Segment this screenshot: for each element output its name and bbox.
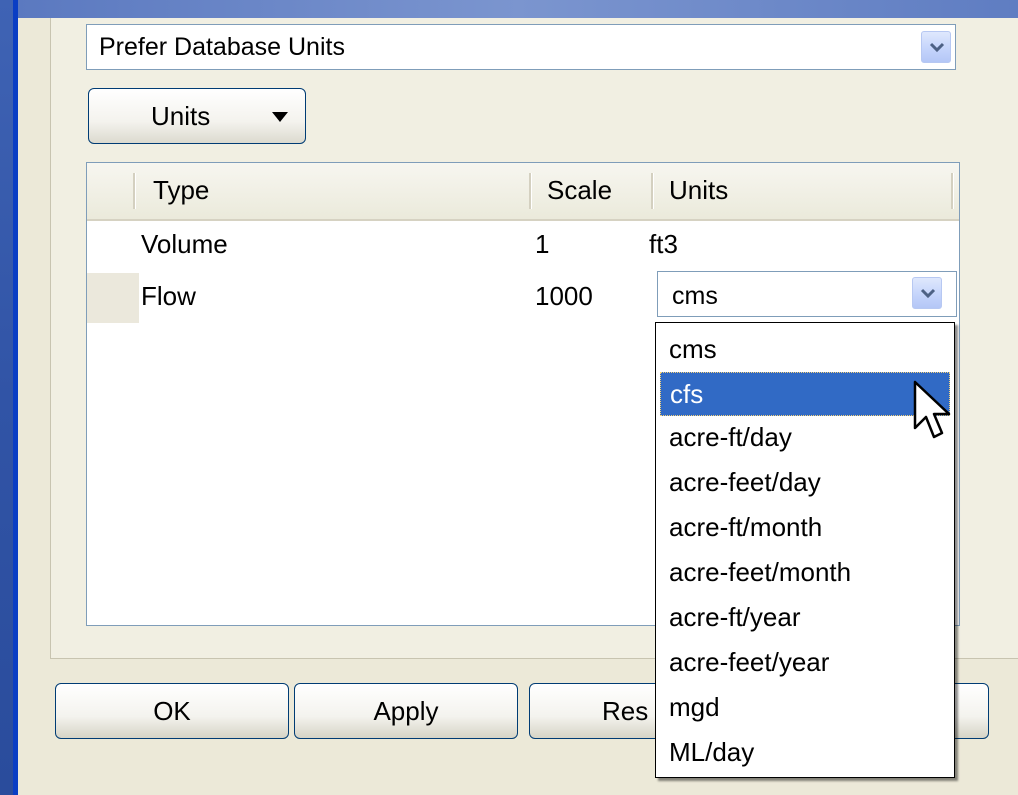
dropdown-option[interactable]: cms <box>660 328 950 372</box>
column-header-units[interactable]: Units <box>669 175 728 206</box>
dropdown-option[interactable]: acre-ft/year <box>660 596 950 640</box>
dropdown-option[interactable]: acre-feet/day <box>660 461 950 505</box>
dropdown-option[interactable]: mgd <box>660 686 950 730</box>
dropdown-option[interactable]: ML/day <box>660 731 950 775</box>
window-frame-top <box>18 0 1018 18</box>
dropdown-option[interactable]: acre-ft/month <box>660 506 950 550</box>
dropdown-option-selected[interactable]: cfs <box>660 372 950 416</box>
prefer-units-combo[interactable]: Prefer Database Units <box>86 24 956 70</box>
units-menu-button[interactable]: Units <box>88 88 306 144</box>
row-volume-type: Volume <box>141 229 228 259</box>
window-frame-left <box>0 0 18 795</box>
apply-button[interactable]: Apply <box>294 683 518 739</box>
dropdown-option[interactable]: acre-ft/day <box>660 416 950 460</box>
dropdown-option[interactable]: acre-feet/month <box>660 551 950 595</box>
triangle-down-icon <box>272 112 288 122</box>
chevron-down-icon[interactable] <box>921 31 951 63</box>
row-volume-scale: 1 <box>535 229 550 259</box>
units-button-label: Units <box>151 101 211 131</box>
flow-units-value: cms <box>672 282 718 310</box>
row-selector[interactable] <box>87 273 139 323</box>
row-volume-units: ft3 <box>649 229 678 259</box>
chevron-down-icon[interactable] <box>912 277 942 309</box>
row-flow-type: Flow <box>141 281 196 311</box>
column-header-type[interactable]: Type <box>153 175 209 206</box>
dropdown-option[interactable]: acre-feet/year <box>660 641 950 685</box>
flow-units-combo[interactable]: cms <box>657 271 957 317</box>
ok-button[interactable]: OK <box>55 683 289 739</box>
column-header-scale[interactable]: Scale <box>547 175 612 206</box>
list-header: Type Scale Units <box>87 163 959 221</box>
units-dropdown-list[interactable]: cms cfs acre-ft/day acre-feet/day acre-f… <box>655 322 955 778</box>
prefer-units-value: Prefer Database Units <box>99 33 345 61</box>
mouse-pointer-icon <box>913 380 951 439</box>
row-flow-scale: 1000 <box>535 281 593 311</box>
